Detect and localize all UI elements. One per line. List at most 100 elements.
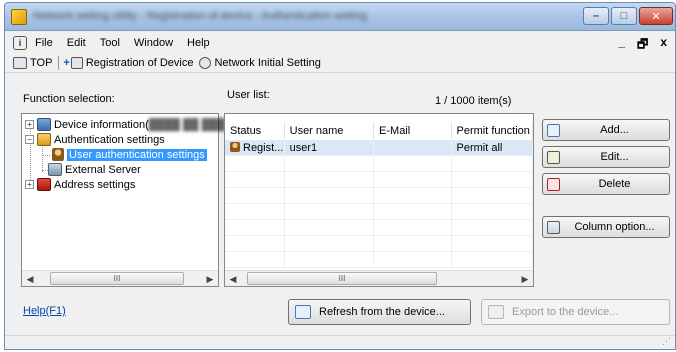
empty-row (225, 188, 533, 204)
toolbar-network-button[interactable]: Network Initial Setting (199, 56, 321, 69)
info-icon (37, 118, 51, 131)
menu-window[interactable]: Window (134, 37, 173, 49)
device-icon (70, 56, 83, 69)
tree-item-user-auth[interactable]: User authentication settings (52, 147, 207, 162)
empty-row (225, 156, 533, 172)
list-horizontal-scrollbar[interactable]: ◀ III ▶ (225, 270, 533, 286)
app-window: Network setting utility - Registration o… (4, 2, 676, 350)
collapse-icon[interactable]: − (25, 135, 34, 144)
resize-grip-icon[interactable]: ⋰ (662, 336, 671, 347)
add-user-icon (547, 123, 560, 137)
menu-edit[interactable]: Edit (67, 37, 86, 49)
toolbar-network-label: Network Initial Setting (214, 56, 321, 69)
toolbar-top-label: TOP (30, 56, 53, 69)
status-bar: ⋰ (5, 335, 675, 349)
user-icon (230, 142, 240, 152)
menu-bar: i File Edit Tool Window Help _ 🗗 x (5, 33, 675, 53)
tree-item-external-server[interactable]: External Server (48, 162, 141, 177)
toolbar-registration-label: Registration of Device (85, 56, 194, 69)
column-option-label: Column option... (574, 221, 655, 233)
maximize-button[interactable]: □ (611, 7, 637, 25)
refresh-from-device-button[interactable]: Refresh from the device... (288, 299, 471, 325)
row-status-text: Regist... (243, 142, 284, 154)
toolbar-registration-button[interactable]: + Registration of Device (63, 56, 194, 69)
column-permit-function[interactable]: Permit function (452, 122, 533, 140)
tree-item-address-settings[interactable]: + Address settings (25, 177, 135, 192)
menu-tool[interactable]: Tool (100, 37, 120, 49)
menu-help[interactable]: Help (187, 37, 210, 49)
column-user-name[interactable]: User name (285, 122, 375, 140)
menu-tool-label: Tool (99, 37, 120, 49)
refresh-button-label: Refresh from the device... (319, 306, 445, 318)
export-icon (488, 305, 504, 319)
export-to-device-button[interactable]: Export to the device... (481, 299, 670, 325)
tree-item-device-info-label: Device information( (54, 118, 149, 131)
help-link[interactable]: Help(F1) (23, 305, 66, 317)
toolbar: TOP + Registration of Device Network Ini… (5, 53, 675, 73)
delete-button[interactable]: Delete (542, 173, 670, 195)
scroll-left-icon[interactable]: ◀ (225, 271, 241, 287)
app-icon (11, 9, 27, 25)
tree-item-device-info[interactable]: + Device information( ████ ██ ███ (25, 117, 225, 132)
delete-icon (547, 177, 560, 191)
edit-button-label: Edit... (600, 151, 629, 163)
function-selection-text: Function selection: (23, 93, 115, 105)
lock-icon (37, 133, 51, 146)
window-title: Network setting utility - Registration o… (33, 10, 367, 22)
column-email[interactable]: E-Mail address (374, 122, 452, 155)
table-row[interactable]: Regist... user1 Permit all (225, 140, 533, 156)
tree-item-external-server-label: External Server (65, 163, 141, 176)
tree-horizontal-scrollbar[interactable]: ◀ III ▶ (22, 270, 218, 286)
empty-row (225, 252, 533, 268)
menu-file-label: File (35, 37, 53, 49)
expand-icon[interactable]: + (25, 180, 34, 189)
minimize-button[interactable]: – (583, 7, 609, 25)
menu-edit-label: Edit (66, 37, 86, 49)
scroll-left-icon[interactable]: ◀ (22, 271, 38, 287)
menu-file[interactable]: File (35, 37, 53, 49)
column-option-button[interactable]: Column option... (542, 216, 670, 238)
add-button-label: Add... (600, 124, 629, 136)
toolbar-separator (58, 55, 60, 70)
row-status: Regist... (225, 140, 285, 155)
tree-item-address-label: Address settings (54, 178, 136, 191)
menu-window-label: Window (133, 37, 174, 49)
user-list-label: User list: (227, 89, 270, 101)
menu-help-label: Help (187, 37, 210, 49)
edit-icon (547, 150, 560, 164)
tree-item-auth-settings[interactable]: − Authentication settings (25, 132, 165, 147)
column-status[interactable]: Status (225, 122, 285, 140)
add-button[interactable]: Add... (542, 119, 670, 141)
scroll-right-icon[interactable]: ▶ (202, 271, 218, 287)
empty-row (225, 236, 533, 252)
toolbar-top-button[interactable]: TOP (13, 56, 53, 69)
function-selection-label: Function selection: (23, 93, 115, 105)
user-icon (52, 148, 64, 161)
item-count: 1 / 1000 item(s) (435, 95, 512, 107)
empty-row (225, 172, 533, 188)
empty-row (225, 220, 533, 236)
tree-item-user-auth-label: User authentication settings (67, 148, 207, 161)
device-info-obscured: ████ ██ ███ (148, 118, 226, 131)
server-icon (48, 163, 62, 176)
user-list[interactable]: Status User name E-Mail address Permit f… (224, 113, 534, 287)
empty-row (225, 204, 533, 220)
row-email (374, 140, 452, 155)
close-button[interactable]: ✕ (639, 7, 673, 25)
tree-item-auth-label: Authentication settings (54, 133, 165, 146)
column-settings-icon (547, 220, 560, 234)
home-icon (13, 56, 27, 69)
scroll-thumb[interactable]: III (50, 272, 184, 285)
export-button-label: Export to the device... (512, 306, 619, 318)
title-bar: Network setting utility - Registration o… (5, 3, 675, 31)
address-book-icon (37, 178, 51, 191)
list-header: Status User name E-Mail address Permit f… (225, 122, 533, 155)
scroll-thumb[interactable]: III (247, 272, 437, 285)
scroll-right-icon[interactable]: ▶ (517, 271, 533, 287)
edit-button[interactable]: Edit... (542, 146, 670, 168)
function-tree[interactable]: + Device information( ████ ██ ███ − Auth… (21, 113, 225, 287)
row-user-name: user1 (285, 140, 375, 155)
system-menu-icon[interactable]: i (13, 36, 27, 50)
expand-icon[interactable]: + (25, 120, 34, 129)
refresh-icon (295, 305, 311, 319)
